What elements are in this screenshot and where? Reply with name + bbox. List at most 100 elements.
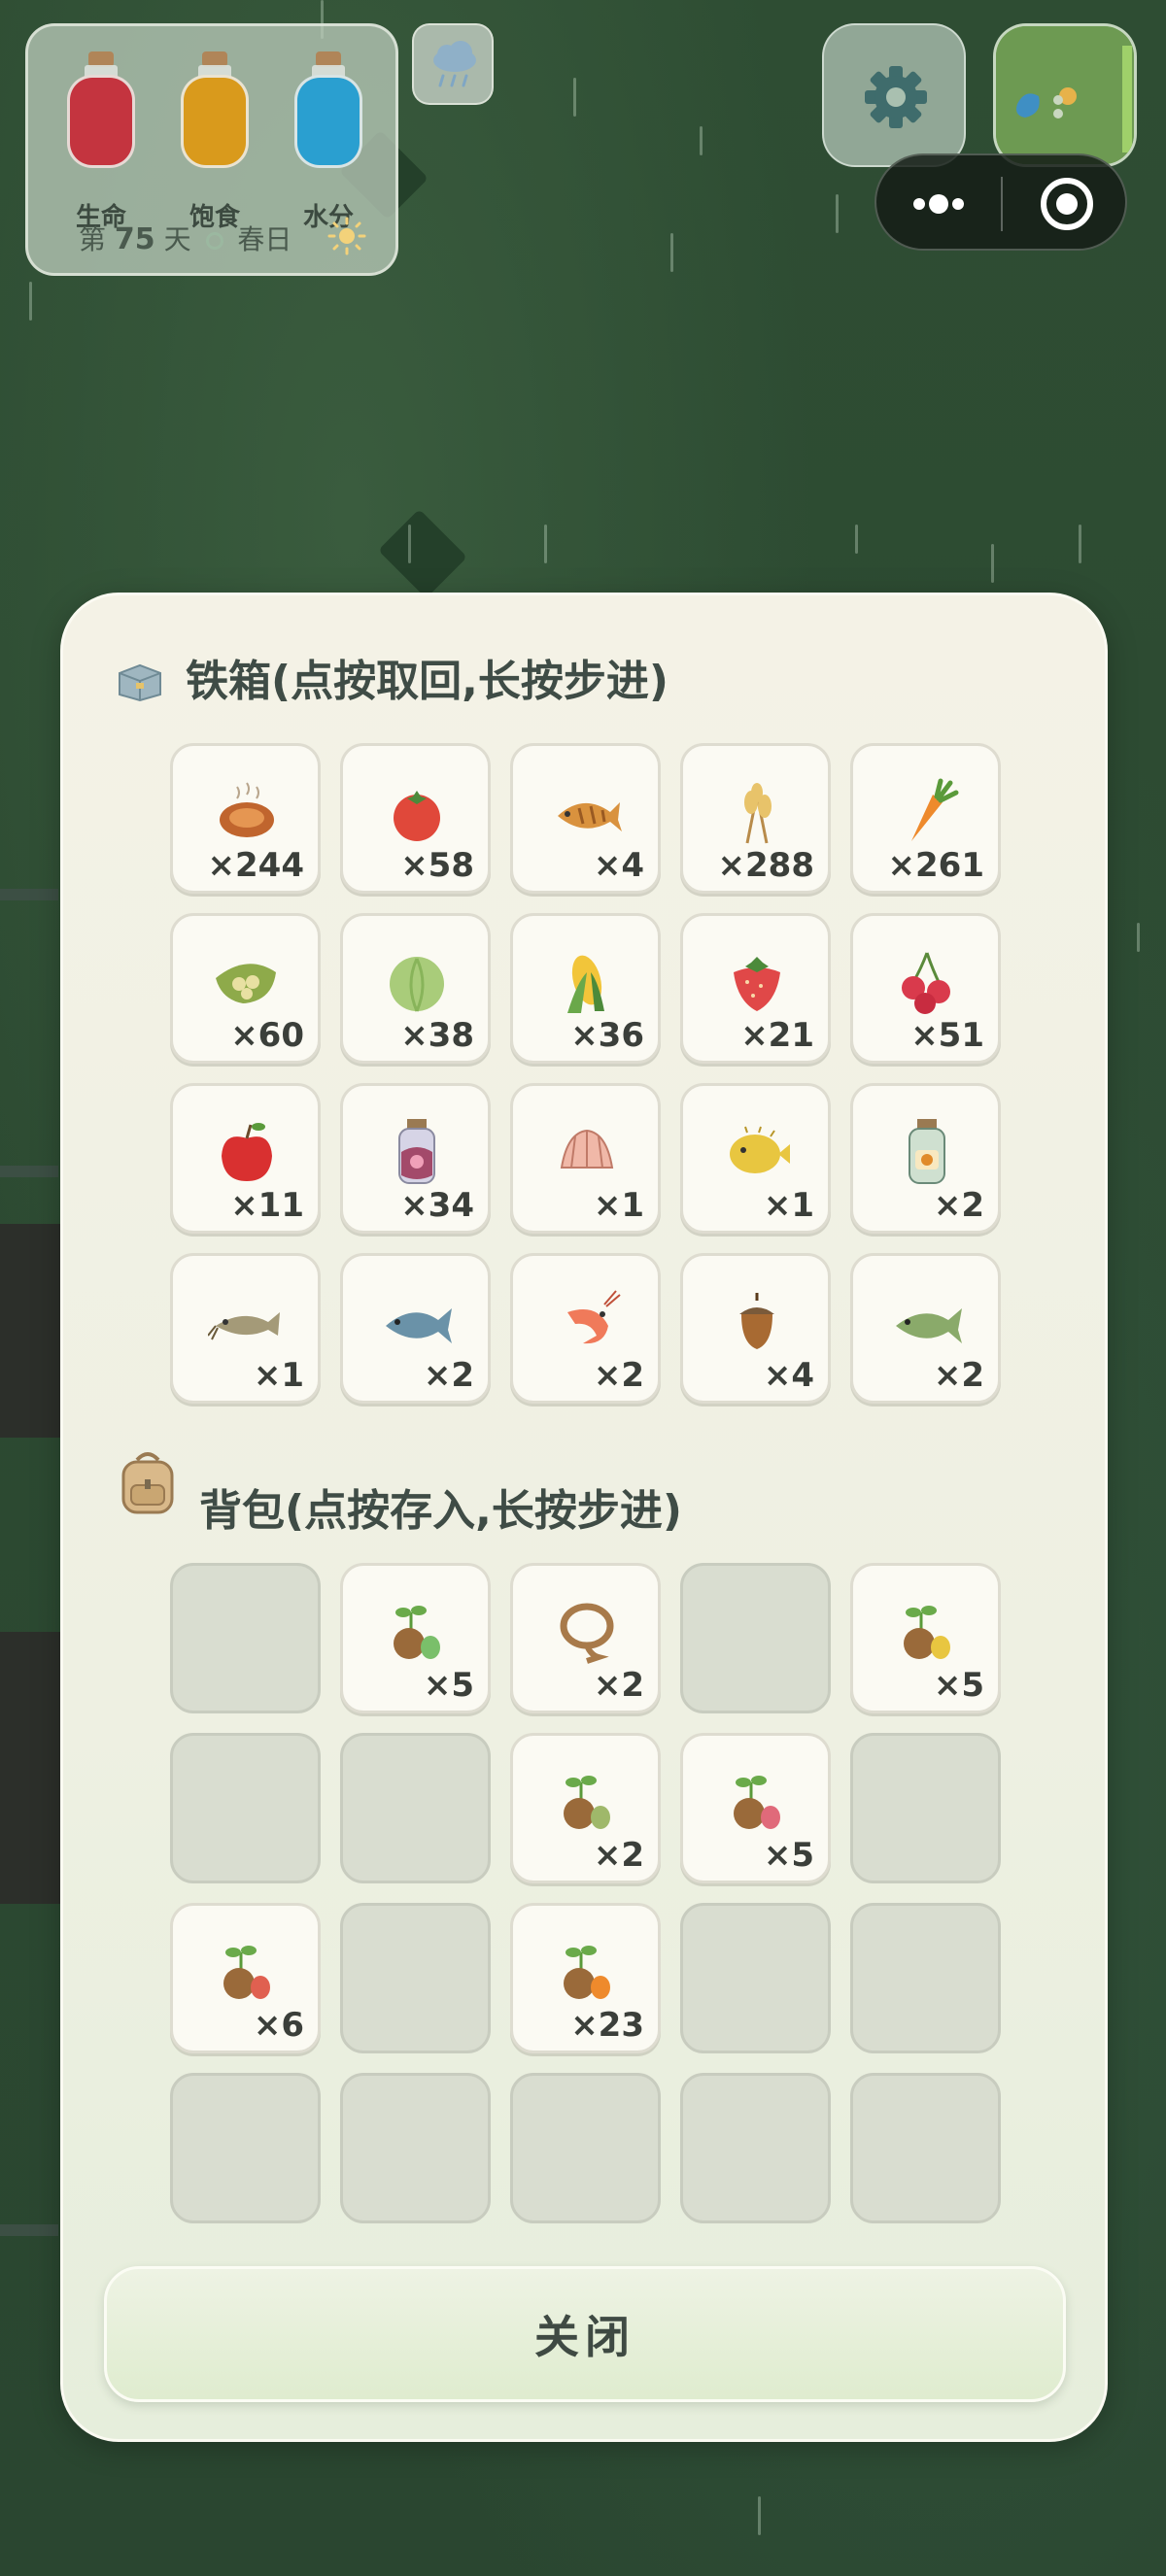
- berry-jam-jar-icon: [398, 1119, 435, 1184]
- health-bottle-icon: 生命: [67, 51, 135, 232]
- item-slot[interactable]: ×2: [850, 1083, 1001, 1234]
- backpack-title: 背包(点按存入,长按步进): [199, 1486, 682, 1536]
- item-slot[interactable]: ×5: [340, 1563, 491, 1713]
- roast-meat-icon: [220, 782, 274, 837]
- item-slot[interactable]: ×21: [680, 913, 831, 1064]
- water-fill: [294, 75, 362, 168]
- cabbage-icon: [390, 957, 444, 1012]
- empty-slot[interactable]: [850, 1903, 1001, 2053]
- item-slot[interactable]: ×261: [850, 743, 1001, 894]
- item-slot[interactable]: ×36: [510, 913, 661, 1064]
- item-count: ×51: [910, 1016, 984, 1055]
- status-panel: 生命 饱食 水分 第 75 天 春日: [25, 23, 398, 276]
- apple-icon: [222, 1123, 272, 1181]
- item-slot[interactable]: ×51: [850, 913, 1001, 1064]
- item-slot[interactable]: ×58: [340, 743, 491, 894]
- empty-slot[interactable]: [850, 1733, 1001, 1883]
- item-count: ×11: [230, 1186, 304, 1225]
- rain-drop: [1137, 923, 1140, 952]
- green-fish-icon: [896, 1308, 962, 1343]
- rain-cloud-icon: [433, 41, 476, 87]
- empty-slot[interactable]: [850, 2073, 1001, 2223]
- rain-drop: [991, 544, 994, 583]
- close-target-icon[interactable]: [1003, 155, 1129, 253]
- hunger-bottle-icon: 饱食: [181, 51, 249, 232]
- empty-slot[interactable]: [340, 1733, 491, 1883]
- item-count: ×2: [933, 1356, 984, 1395]
- minimap-button[interactable]: [993, 23, 1137, 167]
- empty-slot[interactable]: [340, 1903, 491, 2053]
- health-fill: [67, 75, 135, 168]
- empty-slot[interactable]: [340, 2073, 491, 2223]
- item-slot[interactable]: ×2: [510, 1563, 661, 1713]
- empty-slot[interactable]: [680, 2073, 831, 2223]
- chest-title: 铁箱(点按取回,长按步进): [186, 657, 669, 706]
- close-button[interactable]: 关闭: [104, 2266, 1066, 2402]
- empty-slot[interactable]: [170, 1733, 321, 1883]
- item-count: ×244: [207, 846, 304, 885]
- tomato-seed-icon: [223, 1946, 270, 1999]
- item-slot[interactable]: ×11: [170, 1083, 321, 1234]
- empty-slot[interactable]: [170, 2073, 321, 2223]
- rain-drop: [29, 282, 32, 321]
- settings-button[interactable]: [822, 23, 966, 167]
- item-slot[interactable]: ×5: [850, 1563, 1001, 1713]
- item-count: ×21: [740, 1016, 814, 1055]
- item-count: ×4: [593, 846, 644, 885]
- item-count: ×5: [763, 1836, 814, 1875]
- catfish-icon: [208, 1312, 280, 1340]
- item-slot[interactable]: ×6: [170, 1903, 321, 2053]
- more-dots-icon[interactable]: [876, 155, 1001, 253]
- day-suffix: 天: [163, 223, 191, 255]
- day-number: 75: [114, 222, 155, 256]
- item-count: ×60: [230, 1016, 304, 1055]
- item-slot[interactable]: ×2: [340, 1253, 491, 1404]
- item-slot[interactable]: ×2: [510, 1253, 661, 1404]
- fence: [0, 2224, 58, 2236]
- storage-dialog: 铁箱(点按取回,长按步进) ×244 ×58 ×4 ×288 ×261 ×60 ×38 ×36…: [60, 593, 1108, 2442]
- item-slot[interactable]: ×244: [170, 743, 321, 894]
- weather-rain-button[interactable]: [412, 23, 494, 105]
- water-bottle-icon: 水分: [294, 51, 362, 232]
- item-slot[interactable]: ×288: [680, 743, 831, 894]
- blue-fish-icon: [386, 1308, 452, 1343]
- bean-pod-icon: [216, 964, 276, 1003]
- item-count: ×1: [763, 1186, 814, 1225]
- circle-dot-icon: [205, 232, 223, 250]
- backpack-grid: ×5 ×2 ×5 ×2 ×5 ×6 ×23: [170, 1563, 1001, 2223]
- fence: [0, 889, 58, 900]
- item-slot[interactable]: ×1: [170, 1253, 321, 1404]
- item-slot[interactable]: ×1: [510, 1083, 661, 1234]
- rope-icon: [560, 1603, 614, 1664]
- rain-drop: [855, 525, 858, 554]
- item-slot[interactable]: ×34: [340, 1083, 491, 1234]
- item-count: ×6: [253, 2006, 304, 2045]
- item-slot[interactable]: ×60: [170, 913, 321, 1064]
- bean-seed-icon: [564, 1776, 610, 1829]
- rain-drop: [573, 78, 576, 117]
- hunger-fill: [181, 75, 249, 168]
- item-count: ×2: [593, 1836, 644, 1875]
- soil-plot: [0, 1632, 60, 1904]
- empty-slot[interactable]: [680, 1563, 831, 1713]
- pufferfish-icon: [730, 1126, 790, 1173]
- item-slot[interactable]: ×38: [340, 913, 491, 1064]
- empty-slot[interactable]: [680, 1903, 831, 2053]
- rain-drop: [758, 2496, 761, 2535]
- empty-slot[interactable]: [170, 1563, 321, 1713]
- item-slot[interactable]: ×2: [510, 1733, 661, 1883]
- item-count: ×4: [763, 1356, 814, 1395]
- item-slot[interactable]: ×1: [680, 1083, 831, 1234]
- item-slot[interactable]: ×2: [850, 1253, 1001, 1404]
- item-slot[interactable]: ×4: [680, 1253, 831, 1404]
- item-slot[interactable]: ×4: [510, 743, 661, 894]
- item-count: ×34: [400, 1186, 474, 1225]
- wheat-icon: [744, 783, 772, 844]
- carrot-icon: [911, 778, 959, 841]
- item-slot[interactable]: ×5: [680, 1733, 831, 1883]
- item-count: ×23: [570, 2006, 644, 2045]
- empty-slot[interactable]: [510, 2073, 661, 2223]
- item-slot[interactable]: ×23: [510, 1903, 661, 2053]
- corn-seed-icon: [904, 1606, 950, 1659]
- day-counter: 第 75 天 春日: [79, 219, 292, 257]
